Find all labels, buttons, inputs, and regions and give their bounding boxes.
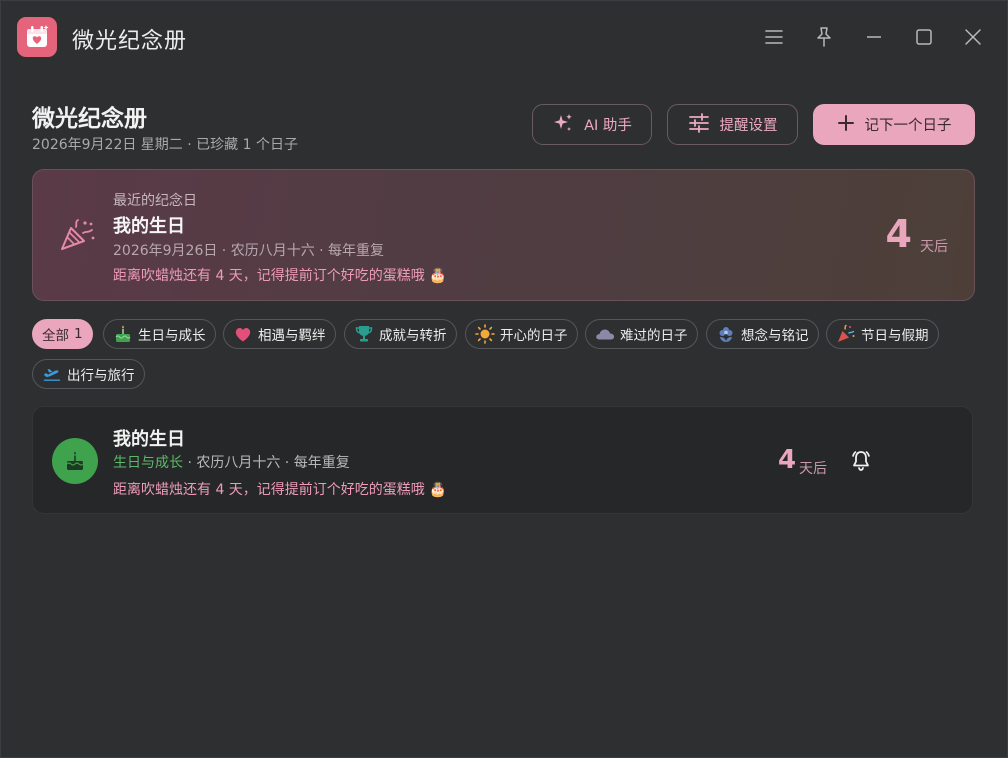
filter-chip-label: 节日与假期 [861, 328, 929, 344]
filter-chip-encounter[interactable]: 相遇与羁绊 [223, 319, 336, 349]
event-category: 生日与成长 [113, 455, 183, 471]
app-title: 微光纪念册 [72, 29, 188, 54]
hero-days-count: 4 [885, 212, 912, 256]
sun-icon [475, 324, 495, 344]
heart-icon [233, 324, 253, 344]
filter-chip-travel[interactable]: 出行与旅行 [32, 359, 145, 389]
filter-chip-all[interactable]: 全部 1 [32, 319, 93, 349]
bell-icon[interactable] [849, 449, 873, 473]
filter-chip-label: 生日与成长 [138, 328, 206, 344]
filter-chip-label: 开心的日子 [500, 328, 568, 344]
party-popper-icon [836, 324, 856, 344]
sparkles-icon [552, 112, 574, 138]
minimize-icon[interactable] [860, 23, 888, 51]
filter-chip-holiday[interactable]: 节日与假期 [826, 319, 939, 349]
event-days-unit: 天后 [799, 461, 827, 477]
filter-chip-label: 出行与旅行 [67, 368, 135, 384]
filter-chip-label: 难过的日子 [620, 328, 688, 344]
filter-chip-label: 成就与转折 [379, 328, 447, 344]
hero-days-unit: 天后 [920, 239, 948, 255]
flower-icon [716, 324, 736, 344]
app-window: 微光纪念册 微光纪念册 2026年9月22日 星期二 · 已珍藏 1 个日子 A… [0, 0, 1008, 758]
add-day-label: 记下一个日子 [864, 118, 952, 134]
filter-chip-memory[interactable]: 想念与铭记 [706, 319, 819, 349]
hero-event-message: 距离吹蜡烛还有 4 天，记得提前订个好吃的蛋糕哦 🎂 [113, 268, 447, 284]
trophy-icon [354, 324, 374, 344]
event-meta: 生日与成长 · 农历八月十六 · 每年重复 [113, 452, 350, 472]
maximize-icon[interactable] [910, 23, 938, 51]
page-subtitle: 2026年9月22日 星期二 · 已珍藏 1 个日子 [32, 137, 298, 153]
ai-assistant-label: AI 助手 [584, 118, 632, 134]
sliders-icon [688, 112, 710, 137]
filter-chip-count: 1 [74, 326, 83, 342]
hero-label: 最近的纪念日 [113, 193, 197, 209]
cloud-icon [595, 324, 615, 344]
event-card[interactable]: 我的生日 生日与成长 · 农历八月十六 · 每年重复 距离吹蜡烛还有 4 天，记… [32, 406, 973, 514]
nearest-anniversary-card[interactable]: 最近的纪念日 我的生日 2026年9月26日 · 农历八月十六 · 每年重复 距… [32, 169, 975, 301]
filter-chip-happy[interactable]: 开心的日子 [465, 319, 578, 349]
add-day-button[interactable]: 记下一个日子 [813, 104, 975, 145]
menu-icon[interactable] [760, 23, 788, 51]
app-logo-icon [17, 17, 57, 57]
page-title: 微光纪念册 [32, 106, 147, 132]
airplane-icon [42, 364, 62, 384]
filter-chip-sad[interactable]: 难过的日子 [585, 319, 698, 349]
reminder-settings-button[interactable]: 提醒设置 [667, 104, 798, 145]
filter-chip-label: 全部 [42, 328, 69, 344]
cake-icon [113, 324, 133, 344]
hero-event-meta: 2026年9月26日 · 农历八月十六 · 每年重复 [113, 243, 385, 259]
plus-icon [837, 114, 855, 136]
cake-icon [52, 438, 98, 484]
filter-chip-label: 想念与铭记 [741, 328, 809, 344]
party-popper-icon [59, 218, 97, 256]
event-message: 距离吹蜡烛还有 4 天，记得提前订个好吃的蛋糕哦 🎂 [113, 482, 447, 498]
event-days-count: 4 [778, 445, 797, 475]
filter-chip-achievement[interactable]: 成就与转折 [344, 319, 457, 349]
close-icon[interactable] [959, 23, 987, 51]
title-bar[interactable]: 微光纪念册 [1, 1, 1007, 73]
filter-chip-birthday[interactable]: 生日与成长 [103, 319, 216, 349]
event-detail: · 农历八月十六 · 每年重复 [183, 455, 350, 471]
pin-icon[interactable] [810, 23, 838, 51]
ai-assistant-button[interactable]: AI 助手 [532, 104, 652, 145]
hero-event-name: 我的生日 [113, 216, 185, 237]
filter-chip-label: 相遇与羁绊 [258, 328, 326, 344]
event-name: 我的生日 [113, 429, 185, 450]
reminder-settings-label: 提醒设置 [719, 118, 778, 134]
